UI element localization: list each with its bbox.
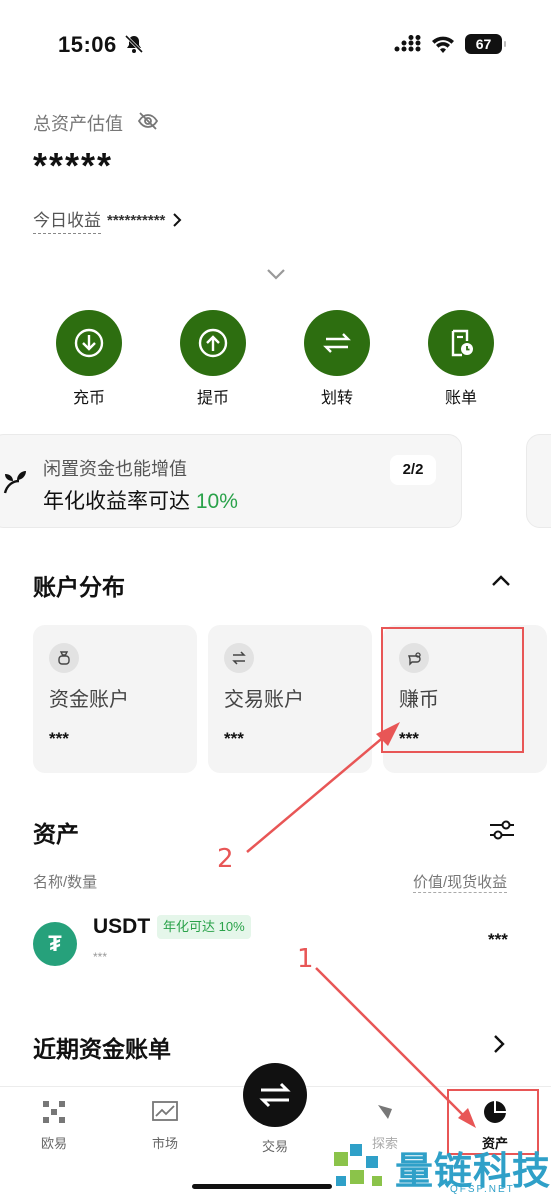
trading-account-value: ***	[224, 729, 244, 748]
tab-okx[interactable]: 欧易	[19, 1099, 89, 1152]
trading-account-name: 交易账户	[224, 689, 304, 711]
compass-icon	[378, 1105, 392, 1119]
column-header-value[interactable]: 价值/现货收益	[413, 871, 508, 893]
promo-subtitle: 年化收益率可达 10%	[43, 485, 238, 515]
today-earnings-value: **********	[107, 211, 166, 229]
watermark-sub: QFSP.NET	[450, 1184, 515, 1195]
withdraw-button[interactable]: 提币	[158, 310, 268, 408]
bill-icon	[428, 310, 494, 376]
trade-center-button[interactable]	[243, 1063, 307, 1127]
total-asset-label: 总资产估值	[33, 114, 123, 134]
promo-banner[interactable]: 闲置资金也能增值 年化收益率可达 10% 2/2	[0, 434, 462, 528]
chevron-down-icon[interactable]	[264, 266, 288, 282]
trade-swap-icon	[259, 1082, 291, 1108]
promo-rate: 10%	[195, 490, 238, 513]
funding-account-name: 资金账户	[49, 689, 129, 711]
promo-title: 闲置资金也能增值	[43, 459, 187, 479]
wifi-icon	[432, 36, 454, 53]
bag-icon	[49, 643, 79, 673]
usdt-logo-icon: ₮	[33, 922, 77, 966]
bill-label: 账单	[444, 390, 477, 407]
market-chart-icon	[152, 1101, 178, 1121]
funding-account-value: ***	[49, 729, 69, 748]
asset-value: ***	[488, 930, 508, 949]
chevron-right-icon[interactable]	[492, 1034, 506, 1054]
tab-trade-label: 交易	[261, 1139, 288, 1154]
okx-logo-icon	[43, 1101, 65, 1123]
status-time: 15:06	[58, 32, 117, 57]
chevron-up-icon[interactable]	[490, 574, 512, 588]
signal-icon	[394, 35, 421, 52]
today-earnings-row[interactable]: 今日收益 **********	[33, 206, 183, 234]
swap-icon	[224, 643, 254, 673]
trading-account-card[interactable]: 交易账户 ***	[208, 625, 372, 773]
transfer-label: 划转	[320, 390, 353, 407]
funding-account-card[interactable]: 资金账户 ***	[33, 625, 197, 773]
recent-bills-title[interactable]: 近期资金账单	[33, 1030, 171, 1064]
total-asset-value: *****	[33, 145, 114, 186]
asset-amount: ***	[93, 950, 108, 964]
home-indicator	[192, 1184, 332, 1189]
column-header-name: 名称/数量	[33, 874, 98, 891]
status-bar: 15:06 67	[0, 0, 551, 90]
promo-page-indicator: 2/2	[390, 455, 436, 485]
apy-badge: 年化可达 10%	[157, 915, 251, 939]
battery-indicator: 67	[465, 34, 506, 54]
tab-market[interactable]: 市场	[130, 1099, 200, 1152]
annotation-number-2: 2	[217, 844, 234, 874]
withdraw-icon	[180, 310, 246, 376]
bill-button[interactable]: 账单	[406, 310, 516, 408]
assets-title: 资产	[33, 821, 79, 847]
transfer-button[interactable]: 划转	[282, 310, 392, 408]
withdraw-label: 提币	[196, 390, 229, 407]
annotation-number-1: 1	[297, 944, 314, 974]
tab-okx-label: 欧易	[40, 1136, 67, 1151]
deposit-button[interactable]: 充币	[34, 310, 144, 408]
eye-off-icon[interactable]	[137, 110, 159, 132]
account-distribution-title: 账户分布	[33, 574, 125, 600]
tab-market-label: 市场	[151, 1136, 178, 1151]
chevron-right-icon	[173, 213, 182, 227]
deposit-icon	[56, 310, 122, 376]
next-promo-card[interactable]	[526, 434, 551, 528]
sprout-icon	[3, 471, 26, 494]
transfer-icon	[304, 310, 370, 376]
quick-actions: 充币 提币 划转 账单	[34, 310, 522, 408]
bell-muted-icon	[124, 34, 144, 54]
deposit-label: 充币	[72, 390, 105, 407]
today-earnings-label: 今日收益	[33, 206, 101, 234]
promo-subtitle-prefix: 年化收益率可达	[43, 490, 196, 513]
annotation-box-earn	[381, 627, 524, 753]
filter-sliders-icon[interactable]	[488, 816, 516, 844]
asset-coin-name: USDT	[93, 915, 151, 938]
